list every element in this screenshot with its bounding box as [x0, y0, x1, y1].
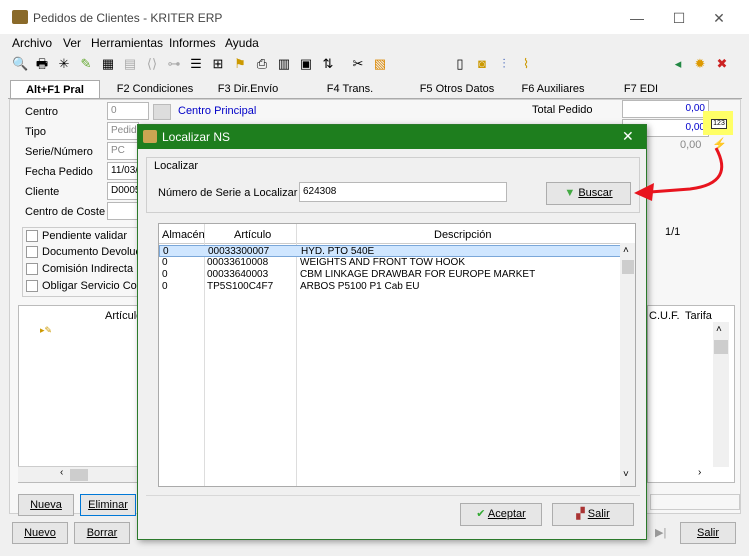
arrow-path — [649, 147, 724, 194]
annotation-arrow — [634, 147, 724, 201]
arrow-head — [634, 183, 654, 201]
